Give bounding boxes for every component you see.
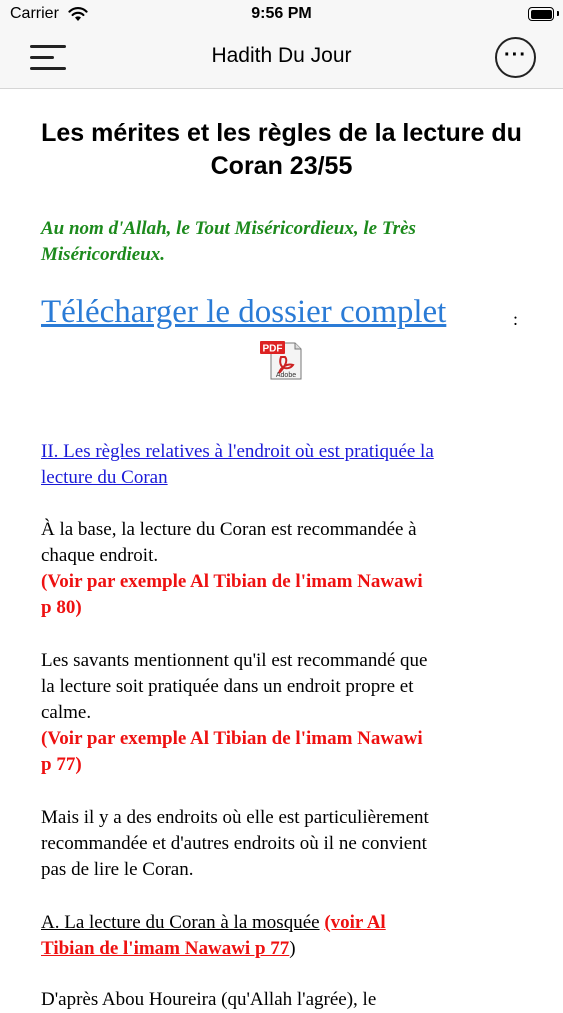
basmala-line1: Au nom d'Allah, le Tout Miséricordieux, … bbox=[41, 218, 416, 239]
section-link-rules-location[interactable]: II. Les règles relatives à l'endroit où … bbox=[41, 439, 531, 491]
battery-cap bbox=[557, 11, 559, 16]
p3-line2: recommandée et d'autres endroits où il n… bbox=[41, 833, 427, 854]
paragraph-places: Mais il y a des endroits où elle est par… bbox=[41, 805, 521, 883]
svg-text:Adobe: Adobe bbox=[276, 372, 296, 379]
battery-icon bbox=[528, 7, 554, 21]
subheading-text: A. La lecture du Coran à la mosquée bbox=[41, 912, 320, 933]
subheading-ref-line2: Tibian de l'imam Nawawi p 77 bbox=[41, 938, 290, 959]
page-title-line1: Les mérites et les règles de la lecture … bbox=[41, 119, 522, 147]
svg-text:PDF: PDF bbox=[263, 344, 283, 355]
p2-line3: calme. bbox=[41, 702, 92, 723]
reference-2-line2: p 77) bbox=[41, 754, 82, 775]
nav-title: Hadith Du Jour bbox=[211, 44, 352, 67]
p3-line1: Mais il y a des endroits où elle est par… bbox=[41, 807, 429, 828]
p2-line2: la lecture soit pratiquée dans un endroi… bbox=[41, 676, 414, 697]
download-full-file-link[interactable]: Télécharger le dossier complet bbox=[41, 294, 446, 331]
ellipsis-icon: ··· bbox=[504, 44, 527, 66]
paragraph-base: À la base, la lecture du Coran est recom… bbox=[41, 517, 521, 621]
section-link-line1: II. Les règles relatives à l'endroit où … bbox=[41, 441, 434, 462]
subheading-mosque: A. La lecture du Coran à la mosquée (voi… bbox=[41, 910, 521, 962]
basmala-line2: Miséricordieux. bbox=[41, 244, 166, 265]
reference-1-line2: p 80) bbox=[41, 597, 82, 618]
navigation-bar: Hadith Du Jour ··· bbox=[0, 30, 563, 89]
basmala-text: Au nom d'Allah, le Tout Miséricordieux, … bbox=[41, 216, 531, 268]
p3-line3: pas de lire le Coran. bbox=[41, 859, 194, 880]
page-title: Les mérites et les règles de la lecture … bbox=[0, 117, 563, 183]
download-colon: : bbox=[513, 309, 519, 329]
p2-line1: Les savants mentionnent qu'il est recomm… bbox=[41, 650, 428, 671]
subheading-close: ) bbox=[289, 938, 296, 959]
reference-1-line1: (Voir par exemple Al Tibian de l'imam Na… bbox=[41, 571, 423, 592]
paragraph-scholars: Les savants mentionnent qu'il est recomm… bbox=[41, 648, 521, 778]
partial-line: D'après Abou Houreira (qu'Allah l'agrée)… bbox=[41, 989, 377, 1010]
page-title-line2: Coran 23/55 bbox=[210, 152, 353, 180]
status-time: 9:56 PM bbox=[251, 5, 312, 22]
status-bar: Carrier 9:56 PM bbox=[0, 0, 563, 30]
paragraph-hadith-partial: D'après Abou Houreira (qu'Allah l'agrée)… bbox=[41, 987, 521, 1013]
pdf-icon[interactable]: PDF Adobe bbox=[259, 339, 305, 381]
p1-line1: À la base, la lecture du Coran est recom… bbox=[41, 519, 417, 540]
more-options-button[interactable]: ··· bbox=[495, 37, 536, 78]
subheading-ref-line1: (voir Al bbox=[324, 912, 386, 933]
section-link-line2: lecture du Coran bbox=[41, 467, 168, 488]
p1-line2: chaque endroit. bbox=[41, 545, 159, 566]
reference-2-line1: (Voir par exemple Al Tibian de l'imam Na… bbox=[41, 728, 423, 749]
